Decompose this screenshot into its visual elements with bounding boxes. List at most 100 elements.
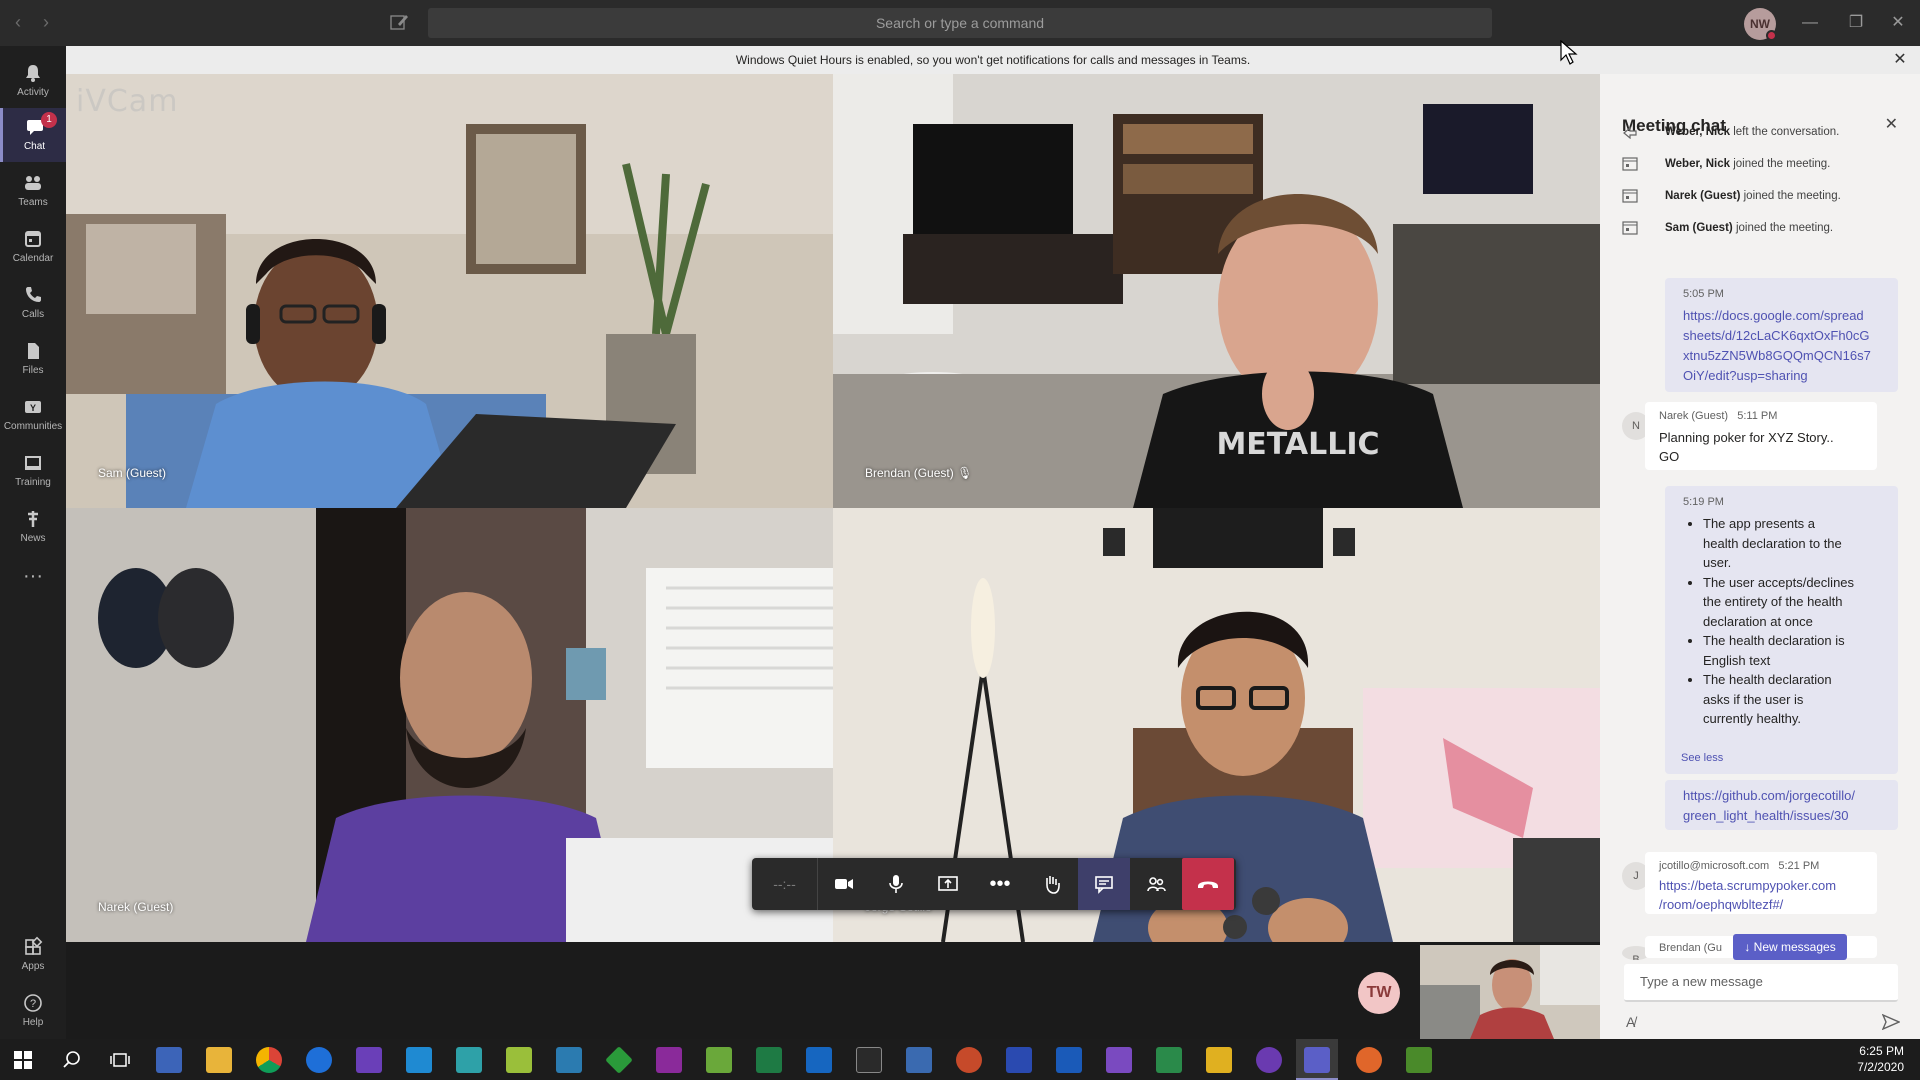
link-line[interactable]: xtnu5zZN5Wb8GQQmQCN16s7 — [1683, 346, 1871, 366]
video-feed — [66, 74, 833, 508]
powerpoint-icon[interactable] — [956, 1047, 982, 1073]
show-conversation-button[interactable] — [1078, 858, 1130, 910]
app-item-label: Files — [22, 365, 44, 376]
link-line[interactable]: https://github.com/jorgecotillo/ — [1683, 786, 1855, 806]
app-item-apps[interactable]: Apps — [0, 928, 66, 982]
search-input[interactable]: Search or type a command — [428, 8, 1492, 38]
chat-message[interactable]: Narek (Guest) 5:11 PM Planning poker for… — [1645, 402, 1877, 470]
hang-up-button[interactable] — [1182, 858, 1234, 910]
bullet-line: asks if the user is — [1703, 691, 1804, 707]
task-view-icon[interactable] — [110, 1050, 130, 1070]
outlook-icon[interactable] — [806, 1047, 832, 1073]
app-item-activity[interactable]: Activity — [0, 54, 66, 108]
app-item-training[interactable]: Training — [0, 444, 66, 498]
taskbar-app-icon[interactable] — [1256, 1047, 1282, 1073]
video-tile[interactable]: METALLIC Brendan (Guest) 🎙 — [833, 74, 1600, 508]
taskbar-app-icon[interactable] — [456, 1047, 482, 1073]
chat-message-own[interactable]: 5:19 PM The app presents a health declara… — [1665, 486, 1898, 774]
compose-icon[interactable] — [386, 10, 412, 36]
link-line[interactable]: sheets/d/12cLaCK6qxtOxFh0cG — [1683, 326, 1871, 346]
edge-icon[interactable] — [306, 1047, 332, 1073]
app-item-calendar[interactable]: Calendar — [0, 220, 66, 274]
taskbar-app-icon[interactable] — [506, 1047, 532, 1073]
video-feed: METALLIC — [833, 74, 1600, 508]
search-icon[interactable] — [62, 1050, 82, 1070]
chat-message-own[interactable]: 5:05 PM https://docs.google.com/spread s… — [1665, 278, 1898, 392]
taskbar-clock[interactable]: 6:25 PM 7/2/2020 — [1857, 1043, 1904, 1075]
restore-icon[interactable]: ❐ — [1836, 8, 1876, 38]
format-icon[interactable]: A̸ — [1626, 1014, 1635, 1030]
mic-button[interactable] — [870, 858, 922, 910]
event-actor: Narek (Guest) — [1665, 190, 1741, 202]
taskbar-app-icon[interactable] — [156, 1047, 182, 1073]
app-item-calls[interactable]: Calls — [0, 276, 66, 330]
more-actions-icon[interactable]: ••• — [974, 858, 1026, 910]
taskbar-app-icon[interactable] — [1156, 1047, 1182, 1073]
chat-message[interactable]: jcotillo@microsoft.com 5:21 PM https://b… — [1645, 852, 1877, 914]
clock-time: 6:25 PM — [1859, 1044, 1904, 1058]
visio-icon[interactable] — [1006, 1047, 1032, 1073]
link-line[interactable]: green_light_health/issues/30 — [1683, 806, 1855, 826]
visual-studio-icon[interactable] — [1106, 1047, 1132, 1073]
onenote-icon[interactable] — [656, 1047, 682, 1073]
more-apps-icon[interactable]: ··· — [0, 556, 66, 610]
link-line[interactable]: /room/oephqwbltezf#/ — [1659, 895, 1836, 914]
new-messages-button[interactable]: ↓ New messages — [1733, 934, 1847, 960]
notepad-icon[interactable] — [706, 1047, 732, 1073]
share-screen-button[interactable] — [922, 858, 974, 910]
terminal-icon[interactable] — [856, 1047, 882, 1073]
message-link[interactable]: https://beta.scrumpypoker.com /room/oeph… — [1659, 876, 1836, 914]
message-link[interactable]: https://docs.google.com/spread sheets/d/… — [1683, 306, 1871, 386]
chat-message-own[interactable]: https://github.com/jorgecotillo/ green_l… — [1665, 780, 1898, 830]
link-line[interactable]: https://beta.scrumpypoker.com — [1659, 876, 1836, 895]
excel-icon[interactable] — [756, 1047, 782, 1073]
link-line[interactable]: https://docs.google.com/spread — [1683, 306, 1871, 326]
windows-start-icon[interactable] — [14, 1051, 32, 1069]
file-icon — [28, 343, 39, 359]
firefox-icon[interactable] — [1356, 1047, 1382, 1073]
forward-icon[interactable]: › — [34, 10, 58, 34]
banner-close-icon[interactable]: ✕ — [1890, 46, 1910, 74]
self-avatar[interactable]: TW — [1358, 972, 1400, 1014]
close-window-icon[interactable]: ✕ — [1878, 8, 1918, 38]
message-link[interactable]: https://github.com/jorgecotillo/ green_l… — [1683, 786, 1855, 826]
minimize-icon[interactable]: — — [1790, 8, 1830, 38]
powershell-icon[interactable] — [906, 1047, 932, 1073]
word-icon[interactable] — [1056, 1047, 1082, 1073]
bullet-line: the entirety of the health — [1703, 594, 1843, 609]
app-item-files[interactable]: Files — [0, 332, 66, 386]
taskbar-app-icon[interactable] — [1406, 1047, 1432, 1073]
event-actor: Weber, Nick — [1665, 158, 1730, 170]
app-item-help[interactable]: ? Help — [0, 984, 66, 1038]
visual-studio-icon[interactable] — [356, 1047, 382, 1073]
chrome-icon[interactable] — [256, 1047, 282, 1073]
self-video-feed — [1420, 945, 1600, 1039]
app-item-chat[interactable]: Chat 1 — [0, 108, 66, 162]
bullet-item: The health declaration asks if the user i… — [1703, 670, 1883, 729]
app-item-communities[interactable]: Y Communities — [0, 388, 66, 442]
video-tile[interactable]: Narek (Guest) — [66, 508, 833, 942]
taskbar-app-icon[interactable] — [605, 1046, 633, 1074]
vscode-icon[interactable] — [406, 1047, 432, 1073]
app-item-news[interactable]: News — [0, 500, 66, 554]
self-video-preview[interactable] — [1420, 945, 1600, 1039]
send-icon[interactable] — [1882, 1014, 1900, 1030]
teams-taskbar-button[interactable] — [1296, 1039, 1338, 1080]
link-line[interactable]: OiY/edit?usp=sharing — [1683, 366, 1871, 386]
message-compose-input[interactable]: Type a new message — [1624, 964, 1898, 1002]
back-icon[interactable]: ‹ — [6, 10, 30, 34]
taskbar-app-icon[interactable] — [556, 1047, 582, 1073]
message-header: Narek (Guest) 5:11 PM — [1659, 410, 1777, 422]
participants-button[interactable] — [1130, 858, 1182, 910]
calendar-icon — [25, 231, 41, 247]
chat-bubble-icon — [1095, 876, 1113, 894]
app-item-label: Chat — [23, 141, 46, 152]
see-less-link[interactable]: See less — [1681, 752, 1723, 764]
app-item-teams[interactable]: Teams — [0, 164, 66, 218]
user-avatar[interactable]: NW — [1744, 8, 1777, 41]
file-explorer-icon[interactable] — [206, 1047, 232, 1073]
raise-hand-button[interactable] — [1026, 858, 1078, 910]
intellij-icon[interactable] — [1206, 1047, 1232, 1073]
camera-button[interactable] — [818, 858, 870, 910]
video-tile[interactable]: iVCam Sam (Guest) — [66, 74, 833, 508]
